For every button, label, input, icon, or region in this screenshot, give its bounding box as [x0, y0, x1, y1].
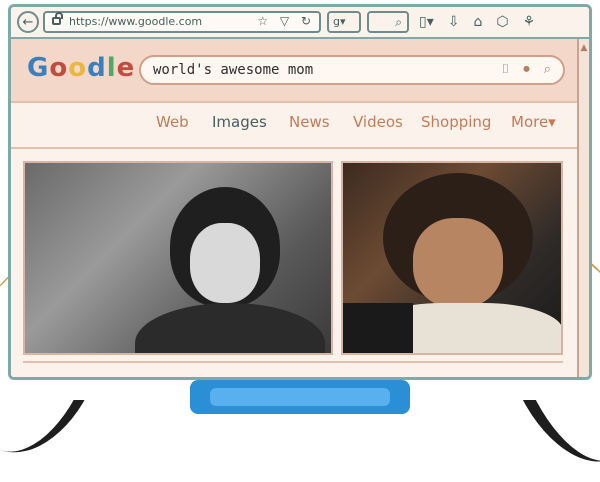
- photo-face-shape: [190, 223, 260, 303]
- logo-letter: d: [87, 53, 107, 83]
- extensions-icon[interactable]: ⬡: [496, 11, 508, 33]
- search-field-icons: ⌷ ⏺ ⌕: [501, 62, 551, 77]
- chevron-up-icon[interactable]: ▲: [580, 43, 588, 53]
- arrow-left-icon: ←: [22, 14, 34, 30]
- camera-icon[interactable]: ⌷: [501, 62, 509, 77]
- page-content: Goodle world's awesome mom ⌷ ⏺ ⌕ Web Ima…: [11, 39, 579, 377]
- logo-letter: o: [49, 53, 69, 83]
- logo-letter: e: [116, 53, 136, 83]
- tab-shopping[interactable]: Shopping: [421, 113, 491, 131]
- home-icon[interactable]: ⌂: [473, 11, 482, 33]
- browser-window: ← https://www.goodle.com ☆ ▽ ↻ g▾ ⌕ ▯▾ ⇩…: [8, 4, 592, 380]
- url-text[interactable]: https://www.goodle.com: [69, 15, 202, 28]
- bottom-logo-shape-highlight: [210, 388, 390, 406]
- browser-search-button[interactable]: ⌕: [367, 11, 409, 33]
- tab-videos[interactable]: Videos: [353, 113, 403, 131]
- goodle-logo[interactable]: Goodle: [27, 53, 135, 83]
- photo-jacket-shape: [343, 303, 413, 353]
- mic-icon[interactable]: ⏺: [523, 62, 530, 77]
- lock-icon: [52, 12, 63, 25]
- toolbar-icons: ▯▾ ⇩ ⌂ ⬡ ⚘: [419, 11, 535, 33]
- search-icon: ⌕: [395, 15, 402, 29]
- tab-images[interactable]: Images: [212, 113, 267, 131]
- back-button[interactable]: ←: [17, 11, 39, 33]
- download-icon[interactable]: ⇩: [448, 11, 460, 33]
- image-result[interactable]: [23, 161, 333, 355]
- page-header: Goodle world's awesome mom ⌷ ⏺ ⌕: [11, 39, 579, 103]
- tab-more[interactable]: More▾: [511, 113, 556, 131]
- logo-letter: o: [68, 53, 88, 83]
- browser-toolbar: ← https://www.goodle.com ☆ ▽ ↻ g▾ ⌕ ▯▾ ⇩…: [11, 7, 589, 39]
- photo-face-shape: [413, 218, 503, 308]
- image-results: [11, 149, 579, 377]
- search-field[interactable]: world's awesome mom ⌷ ⏺ ⌕: [139, 55, 565, 85]
- sidebar-toggle-icon[interactable]: ▯▾: [419, 11, 434, 33]
- results-divider: [23, 361, 563, 369]
- menu-icon[interactable]: ⚘: [523, 11, 536, 33]
- search-icon[interactable]: ⌕: [544, 62, 551, 77]
- search-engine-selector[interactable]: g▾: [327, 11, 361, 33]
- tab-news[interactable]: News: [289, 113, 330, 131]
- url-action-icons[interactable]: ☆ ▽ ↻: [257, 14, 315, 28]
- logo-letter: l: [106, 53, 117, 83]
- photo-shoulder-shape: [135, 303, 325, 353]
- tab-web[interactable]: Web: [156, 113, 189, 131]
- logo-letter: G: [27, 53, 50, 83]
- page-scrollbar[interactable]: ▲: [577, 39, 589, 377]
- image-result[interactable]: [341, 161, 563, 355]
- engine-badge: g▾: [333, 15, 346, 28]
- address-bar[interactable]: https://www.goodle.com ☆ ▽ ↻: [43, 11, 321, 33]
- search-query[interactable]: world's awesome mom: [153, 62, 313, 78]
- search-tabs: Web Images News Videos Shopping More▾: [11, 103, 579, 149]
